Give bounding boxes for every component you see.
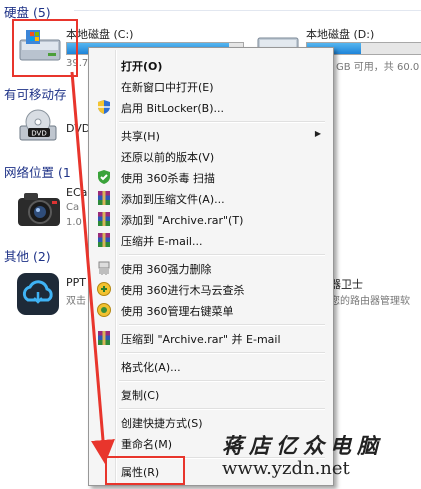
- watermark-url: www.yzdn.net: [222, 458, 350, 479]
- watermark-title: 蒋店亿众电脑: [222, 433, 384, 458]
- annotation-arrow-icon: [70, 71, 115, 464]
